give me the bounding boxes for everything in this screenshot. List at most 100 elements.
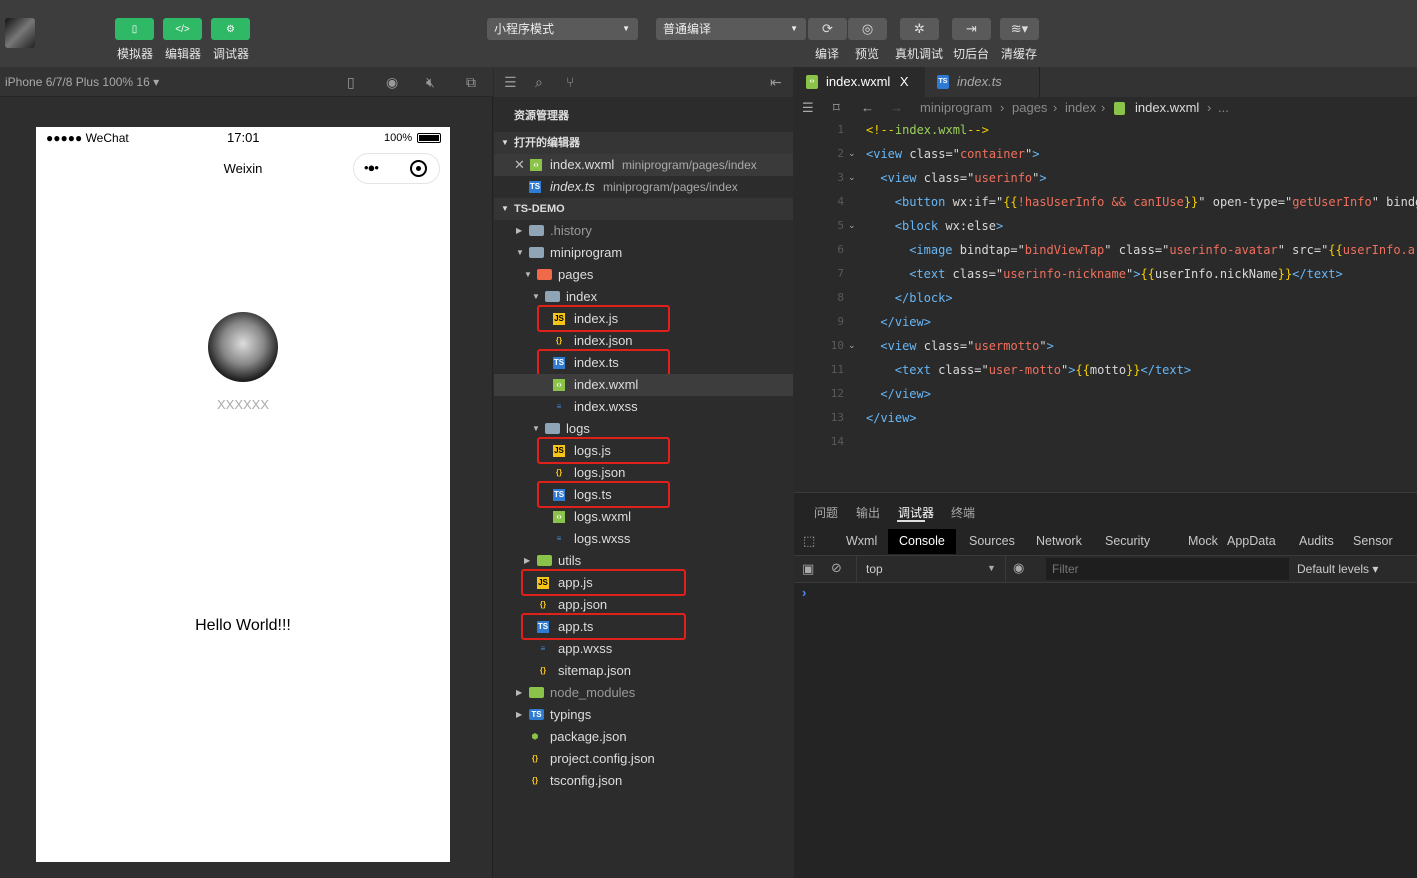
- compile-button[interactable]: ⟳: [808, 18, 847, 40]
- debugger-toggle-button[interactable]: ⚙: [211, 18, 250, 40]
- outline-icon[interactable]: ☰: [802, 97, 814, 119]
- mute-icon[interactable]: 🔇︎: [426, 74, 435, 91]
- tree-file[interactable]: {} project.config.json: [494, 748, 793, 770]
- code-line[interactable]: </view>: [866, 382, 1417, 406]
- tree-file[interactable]: ⬢ package.json: [494, 726, 793, 748]
- more-icon[interactable]: •●•: [364, 160, 379, 175]
- console-prompt[interactable]: ›: [802, 585, 806, 600]
- code-line[interactable]: <view class="container">: [866, 142, 1417, 166]
- code-line[interactable]: <image bindtap="bindViewTap" class="user…: [866, 238, 1417, 262]
- tree-file[interactable]: ≡ app.wxss: [494, 638, 793, 660]
- sidebar-toggle-icon[interactable]: ▣: [802, 561, 814, 577]
- tree-item-name: pages: [558, 267, 594, 282]
- forward-arrow-icon[interactable]: →: [890, 97, 903, 119]
- code-line[interactable]: <button wx:if= " {{!hasUserInfo && canIUse…: [866, 190, 1417, 214]
- back-arrow-icon[interactable]: ←: [861, 97, 874, 119]
- devtools-tab-wxml[interactable]: Wxml: [835, 529, 888, 554]
- open-editor-item[interactable]: ✕ ‹› index.wxml miniprogram/pages/index: [494, 154, 793, 176]
- compile-select[interactable]: 普通编译 ▼: [656, 18, 806, 40]
- devtools-tab-sources[interactable]: Sources: [958, 529, 1026, 554]
- code-line[interactable]: <block wx:else>: [866, 214, 1417, 238]
- chevron-right-icon[interactable]: ▶: [516, 682, 522, 704]
- remote-debug-button[interactable]: ✲: [900, 18, 939, 40]
- record-icon[interactable]: ◉: [386, 74, 398, 91]
- tree-folder[interactable]: ▼ miniprogram: [494, 242, 793, 264]
- mode-select[interactable]: 小程序模式 ▼: [487, 18, 638, 40]
- code-line[interactable]: </block>: [866, 286, 1417, 310]
- code-line[interactable]: [866, 430, 1417, 454]
- fold-chevron-icon[interactable]: ⌄: [848, 214, 856, 238]
- collapse-panel-icon[interactable]: ⇤: [770, 74, 782, 91]
- close-miniprogram-icon[interactable]: [410, 160, 427, 177]
- panel-tab[interactable]: 输出: [856, 504, 880, 521]
- code-line[interactable]: </view>: [866, 310, 1417, 334]
- code-line[interactable]: <!--index.wxml-->: [866, 118, 1417, 142]
- code-line[interactable]: <text class="userinfo-nickname">{{userIn…: [866, 262, 1417, 286]
- code-line[interactable]: <view class="userinfo">: [866, 166, 1417, 190]
- tree-folder[interactable]: ▶ .history: [494, 220, 793, 242]
- breadcrumb-item[interactable]: ...: [1218, 97, 1229, 119]
- breadcrumb-item[interactable]: miniprogram: [920, 97, 992, 119]
- tree-file[interactable]: {} sitemap.json: [494, 660, 793, 682]
- tree-file[interactable]: ≡ index.wxss: [494, 396, 793, 418]
- eye-icon[interactable]: ◉: [1013, 560, 1024, 576]
- chevron-down-icon[interactable]: ▼: [524, 264, 532, 286]
- devtools-tab-network[interactable]: Network: [1025, 529, 1093, 554]
- tree-file[interactable]: ‹› logs.wxml: [494, 506, 793, 528]
- breadcrumb-item[interactable]: index: [1065, 97, 1096, 119]
- tree-folder[interactable]: ▶ TS typings: [494, 704, 793, 726]
- tree-file[interactable]: ≡ logs.wxss: [494, 528, 793, 550]
- open-editors-label: 打开的编辑器: [514, 137, 580, 149]
- list-icon[interactable]: ☰: [504, 74, 517, 91]
- fold-chevron-icon[interactable]: ⌄: [848, 142, 856, 166]
- tab-index-ts[interactable]: TS index.ts: [925, 67, 1040, 97]
- filter-input[interactable]: [1046, 558, 1289, 580]
- user-avatar[interactable]: [5, 18, 35, 48]
- devtools-tab-audits[interactable]: Audits: [1288, 529, 1345, 554]
- tab-index-wxml[interactable]: ‹› index.wxml X: [794, 67, 925, 97]
- project-header[interactable]: ▼ TS-DEMO: [494, 198, 793, 220]
- user-avatar-image[interactable]: [208, 312, 278, 382]
- open-editors-header[interactable]: ▼ 打开的编辑器: [494, 132, 793, 154]
- panel-tab[interactable]: 终端: [951, 504, 975, 521]
- tree-file[interactable]: {} tsconfig.json: [494, 770, 793, 792]
- panel-tab[interactable]: 调试器: [898, 504, 934, 521]
- device-select[interactable]: iPhone 6/7/8 Plus 100% 16 ▾: [5, 75, 159, 89]
- bookmark-icon[interactable]: ⌑: [833, 97, 840, 119]
- devtools-tab-appdata[interactable]: AppData: [1216, 529, 1287, 554]
- background-button[interactable]: ⇥: [952, 18, 991, 40]
- open-editor-item[interactable]: TS index.ts miniprogram/pages/index: [494, 176, 793, 198]
- tree-folder[interactable]: ▶ node_modules: [494, 682, 793, 704]
- devtools-tab-security[interactable]: Security: [1094, 529, 1161, 554]
- git-branch-icon[interactable]: ⑂: [566, 74, 574, 90]
- fold-chevron-icon[interactable]: ⌄: [848, 166, 856, 190]
- chevron-right-icon[interactable]: ▶: [516, 704, 522, 726]
- search-icon[interactable]: ⌕: [535, 74, 543, 91]
- chevron-right-icon[interactable]: ▶: [516, 220, 522, 242]
- tree-folder[interactable]: ▼ pages: [494, 264, 793, 286]
- code-line[interactable]: <view class="usermotto">: [866, 334, 1417, 358]
- clear-cache-button[interactable]: ≋▾: [1000, 18, 1039, 40]
- panel-tab[interactable]: 问题: [814, 504, 838, 521]
- fold-chevron-icon[interactable]: ⌄: [848, 334, 856, 358]
- preview-button[interactable]: ◎: [848, 18, 887, 40]
- json-file-icon: {}: [555, 336, 563, 345]
- code-line[interactable]: </view>: [866, 406, 1417, 430]
- simulator-toggle-button[interactable]: ▯: [115, 18, 154, 40]
- context-select[interactable]: top ▼: [856, 556, 1006, 582]
- phone-icon[interactable]: ▯: [347, 74, 355, 91]
- clear-console-icon[interactable]: ⊘: [831, 560, 842, 576]
- editor-toggle-button[interactable]: </>: [163, 18, 202, 40]
- devtools-tab-sensor[interactable]: Sensor: [1342, 529, 1404, 554]
- log-levels-select[interactable]: Default levels ▾: [1297, 562, 1378, 576]
- code-line[interactable]: <text class="user-motto">{{motto}}</text…: [866, 358, 1417, 382]
- breadcrumb-item[interactable]: index.wxml: [1135, 97, 1199, 119]
- close-icon[interactable]: ✕: [514, 154, 525, 176]
- close-tab-icon[interactable]: X: [900, 74, 909, 89]
- chevron-down-icon[interactable]: ▼: [516, 242, 524, 264]
- breadcrumb-item[interactable]: pages: [1012, 97, 1047, 119]
- detach-window-icon[interactable]: ⧉: [466, 74, 476, 91]
- tree-file[interactable]: ‹› index.wxml: [494, 374, 793, 396]
- inspect-element-icon[interactable]: ⬚: [803, 533, 815, 549]
- devtools-tab-console[interactable]: Console: [888, 529, 956, 554]
